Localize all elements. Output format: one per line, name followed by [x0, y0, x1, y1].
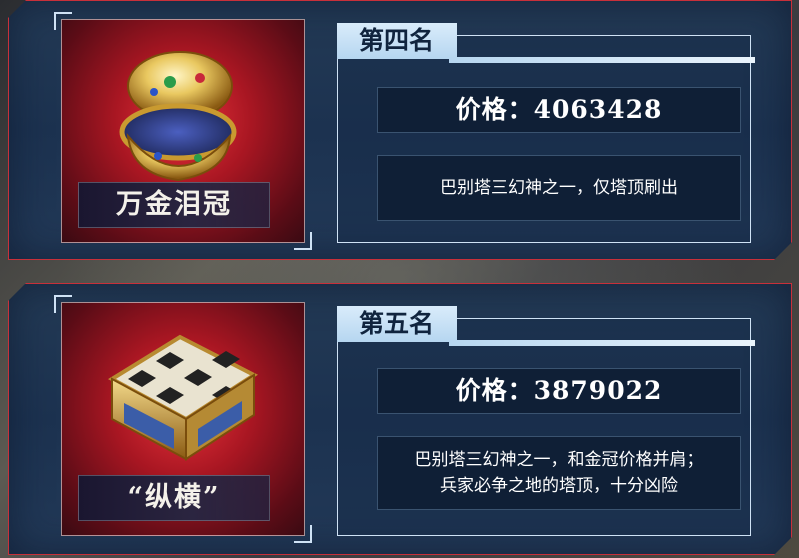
item-image-frame: 万金泪冠	[61, 19, 305, 243]
rank-tab-bar	[449, 340, 755, 346]
description-line: 巴别塔三幻神之一，仅塔顶刷出	[440, 178, 678, 198]
item-card-rank-4: 万金泪冠 第四名 价格：4063428 巴别塔三幻神之一，仅塔顶刷出	[8, 0, 792, 260]
item-image-frame: “纵横”	[61, 302, 305, 536]
rank-label: 第四名	[337, 23, 457, 59]
price-value: 3879022	[533, 376, 663, 405]
description-line: 巴别塔三幻神之一，和金冠价格并肩；	[414, 450, 704, 470]
description-line: 兵家必争之地的塔顶，十分凶险	[440, 476, 678, 496]
price-box: 价格：4063428	[377, 87, 741, 133]
description-box: 巴别塔三幻神之一，仅塔顶刷出	[377, 155, 741, 221]
item-name: “纵横”	[78, 475, 270, 521]
price-label: 价格：	[455, 376, 534, 405]
corner-mark-icon	[294, 232, 312, 250]
rank-tab-bar	[449, 57, 755, 63]
item-card-rank-5: “纵横” 第五名 价格：3879022 巴别塔三幻神之一，和金冠价格并肩； 兵家…	[8, 283, 792, 555]
price-value: 4063428	[533, 95, 663, 124]
corner-mark-icon	[54, 12, 72, 30]
description-box: 巴别塔三幻神之一，和金冠价格并肩； 兵家必争之地的塔顶，十分凶险	[377, 436, 741, 510]
item-name: 万金泪冠	[78, 182, 270, 228]
price-label: 价格：	[455, 95, 534, 124]
price-box: 价格：3879022	[377, 368, 741, 414]
corner-mark-icon	[54, 295, 72, 313]
corner-mark-icon	[294, 525, 312, 543]
rank-label: 第五名	[337, 306, 457, 342]
